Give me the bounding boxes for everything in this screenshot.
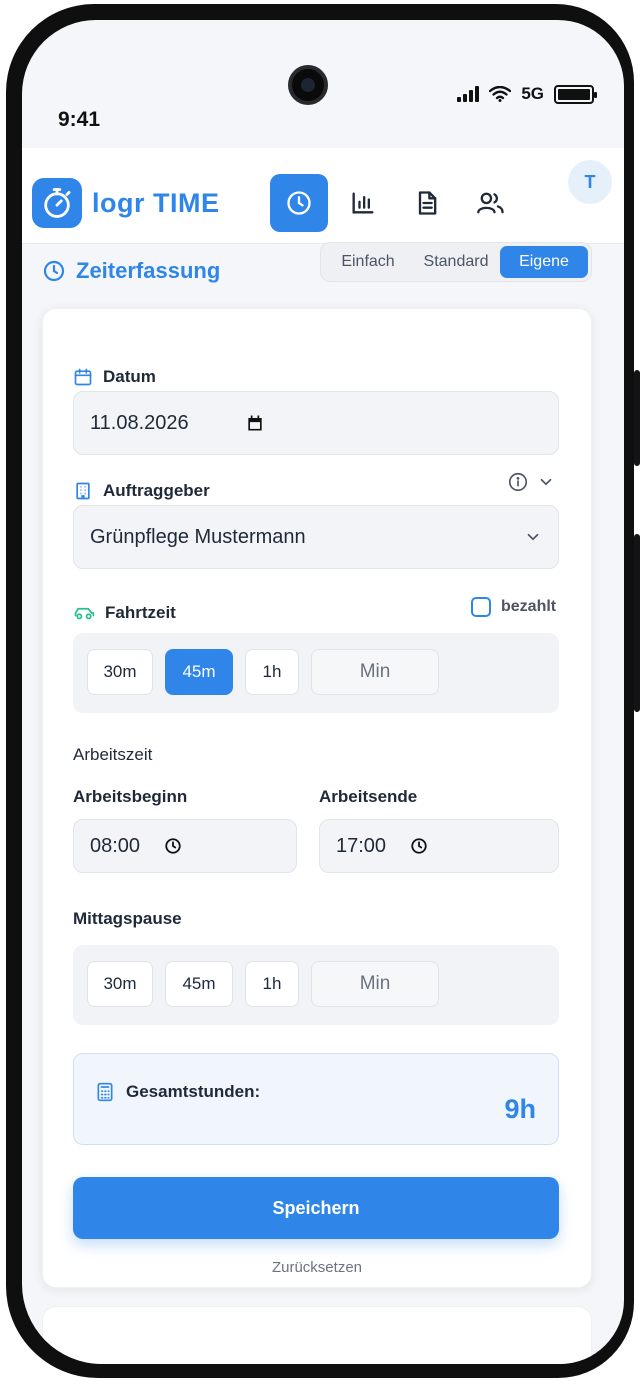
lunch-option-30m[interactable]: 30m [87, 961, 153, 1007]
work-end-input[interactable]: 17:00 [319, 819, 559, 873]
save-button[interactable]: Speichern [73, 1177, 559, 1239]
travel-options: 30m 45m 1h Min [73, 633, 559, 713]
nav-team[interactable] [462, 174, 520, 232]
client-select[interactable]: Grünpflege Mustermann [73, 505, 559, 569]
front-camera [288, 65, 328, 105]
travel-option-45m[interactable]: 45m [165, 649, 233, 695]
signal-icon [457, 86, 480, 102]
tab-einfach[interactable]: Einfach [324, 246, 412, 278]
paid-checkbox[interactable] [471, 597, 491, 617]
app-logo-text: logr TIME [92, 188, 220, 218]
nav-time-tracking[interactable] [270, 174, 328, 232]
travel-label: Fahrtzeit [73, 603, 176, 623]
work-end-value: 17:00 [336, 834, 387, 857]
info-icon[interactable] [507, 471, 529, 493]
travel-option-30m[interactable]: 30m [87, 649, 153, 695]
nav-statistics[interactable] [334, 174, 392, 232]
worktime-heading: Arbeitszeit [73, 745, 153, 764]
work-end-label: Arbeitsende [319, 787, 418, 806]
clock-icon [287, 191, 311, 215]
nav-reports[interactable] [398, 174, 456, 232]
screen: 9:41 5G logr TIME T Zeiterfassung Einfac… [22, 20, 624, 1364]
calendar-icon [74, 368, 92, 386]
status-time: 9:41 [58, 108, 101, 131]
date-value: 11.08.2026 [90, 411, 189, 434]
wifi-icon [489, 86, 512, 102]
phone-frame: 9:41 5G logr TIME T Zeiterfassung Einfac… [6, 4, 640, 1378]
building-icon [76, 482, 90, 500]
tab-eigene[interactable]: Eigene [500, 246, 588, 278]
lunch-options: 30m 45m 1h Min [73, 945, 559, 1025]
car-icon [74, 607, 95, 620]
calculator-icon [97, 1082, 113, 1102]
users-icon [477, 192, 504, 214]
lunch-option-1h[interactable]: 1h [245, 961, 299, 1007]
total-hours-label: Gesamtstunden: [96, 1082, 260, 1102]
date-label: Datum [73, 367, 156, 387]
total-hours-box: Gesamtstunden: 9h [73, 1053, 559, 1145]
side-button [634, 534, 640, 712]
status-icons: 5G [457, 84, 597, 104]
chevron-down-icon [527, 533, 539, 541]
document-icon [418, 191, 437, 215]
client-label: Auftraggeber [73, 481, 210, 501]
side-button [634, 370, 640, 466]
chart-icon [352, 192, 374, 214]
lunch-option-45m[interactable]: 45m [165, 961, 233, 1007]
page-title-text: Zeiterfassung [76, 258, 221, 283]
work-start-input[interactable]: 08:00 [73, 819, 297, 873]
calendar-picker-icon[interactable] [245, 413, 265, 433]
time-entry-card: Datum 11.08.2026 Auftraggeber Grünpflege… [42, 308, 592, 1288]
stopwatch-logo-icon [32, 178, 82, 228]
work-start-label: Arbeitsbeginn [73, 787, 188, 806]
user-avatar[interactable]: T [568, 160, 612, 204]
travel-custom-minutes[interactable]: Min [311, 649, 439, 695]
paid-label: bezahlt [501, 598, 557, 615]
tab-standard[interactable]: Standard [412, 246, 500, 278]
client-value: Grünpflege Mustermann [90, 525, 306, 548]
date-input[interactable]: 11.08.2026 [73, 391, 559, 455]
paid-toggle[interactable]: bezahlt [471, 597, 556, 617]
reset-link[interactable]: Zurücksetzen [43, 1259, 591, 1276]
network-label: 5G [521, 84, 544, 103]
clock-icon [43, 260, 65, 282]
lunch-label: Mittagspause [73, 909, 182, 928]
clock-icon[interactable] [410, 837, 428, 855]
clock-icon[interactable] [164, 837, 182, 855]
work-start-value: 08:00 [90, 834, 141, 857]
app-header: logr TIME T [22, 148, 624, 244]
page-title: Zeiterfassung [42, 258, 220, 284]
mode-tabs: Einfach Standard Eigene [320, 242, 592, 282]
lunch-custom-minutes[interactable]: Min [311, 961, 439, 1007]
next-card [42, 1306, 592, 1364]
chevron-down-icon[interactable] [537, 473, 555, 491]
travel-option-1h[interactable]: 1h [245, 649, 299, 695]
total-hours-value: 9h [504, 1094, 536, 1124]
battery-icon [554, 84, 597, 104]
